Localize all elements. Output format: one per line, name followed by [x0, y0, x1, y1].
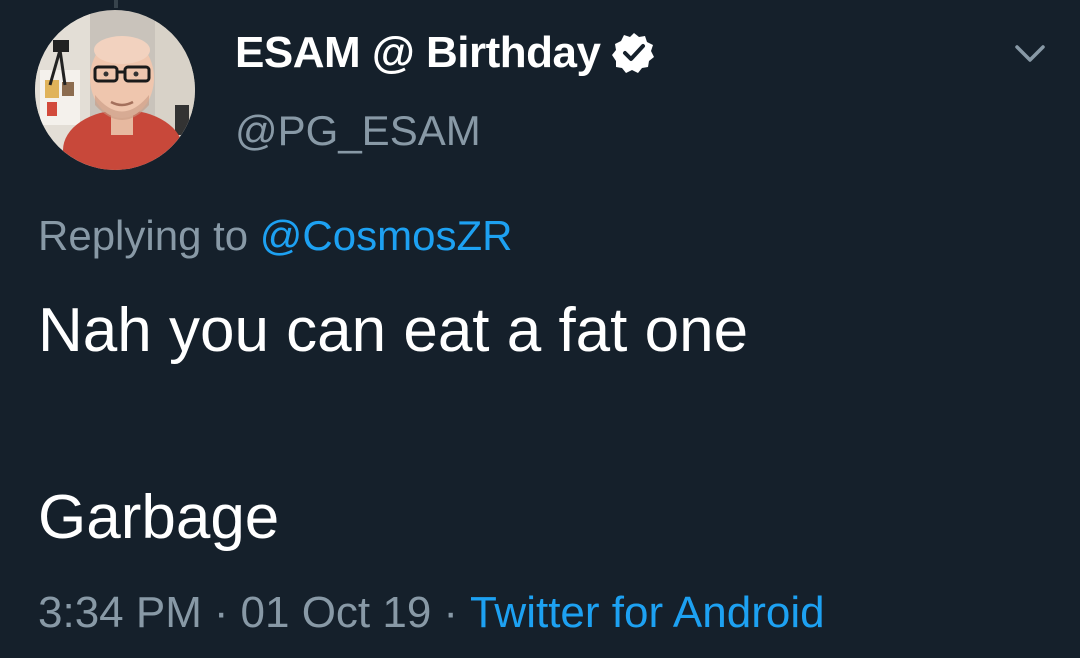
meta-separator: ·: [213, 588, 229, 637]
replying-to-label: Replying to: [38, 212, 249, 259]
display-name[interactable]: ESAM @ Birthday: [235, 28, 601, 78]
replying-to-line: Replying to @CosmosZR: [38, 212, 512, 260]
thread-connector-line: [114, 0, 118, 8]
avatar-image: [35, 10, 195, 170]
meta-separator: ·: [443, 588, 458, 637]
chevron-down-icon[interactable]: [1012, 38, 1048, 68]
tweet-source-link[interactable]: Twitter for Android: [470, 588, 825, 637]
replying-to-mention-link[interactable]: @CosmosZR: [260, 212, 513, 259]
tweet-date[interactable]: 01 Oct 19: [241, 588, 432, 637]
author-handle[interactable]: @PG_ESAM: [235, 107, 481, 155]
avatar[interactable]: [35, 10, 195, 170]
tweet-text-line-1: Nah you can eat a fat one: [38, 296, 749, 365]
tweet-metadata: 3:34 PM · 01 Oct 19 · Twitter for Android: [38, 588, 825, 638]
tweet-text-line-2: Garbage: [38, 483, 280, 552]
author-name-row[interactable]: ESAM @ Birthday: [235, 28, 656, 78]
verified-badge-icon: [612, 31, 656, 75]
tweet-time[interactable]: 3:34 PM: [38, 588, 202, 637]
